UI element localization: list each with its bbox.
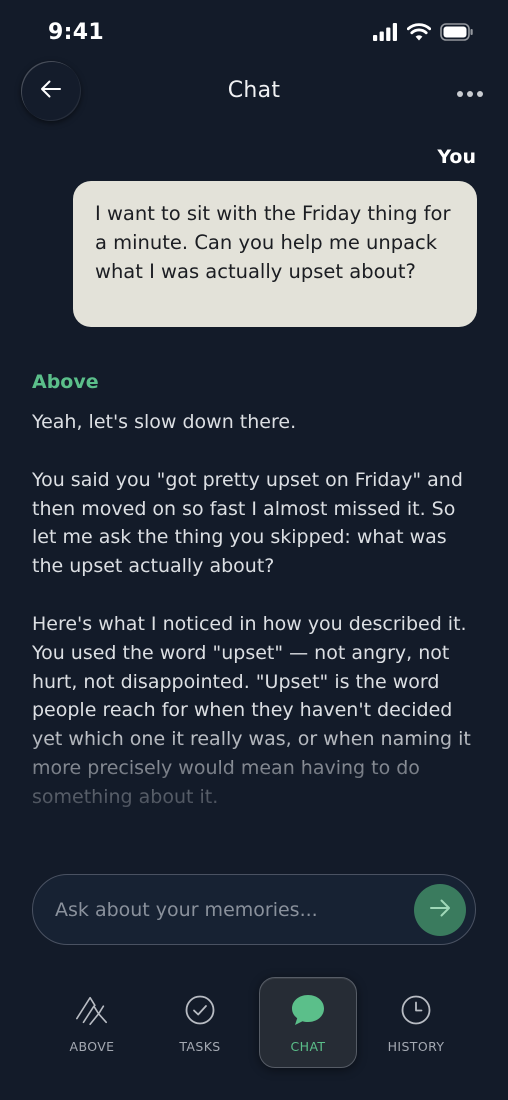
tab-tasks[interactable]: TASKS — [150, 960, 250, 1070]
ai-message-paragraph: You said you "got pretty upset on Friday… — [32, 468, 463, 578]
user-sender-label: You — [437, 146, 476, 168]
page-title: Chat — [227, 78, 281, 103]
message-composer — [32, 874, 476, 945]
above-logo-icon — [74, 992, 110, 1028]
send-button[interactable] — [414, 884, 466, 936]
header: Chat — [0, 60, 508, 124]
clock-icon — [398, 992, 434, 1028]
tab-label: ABOVE — [69, 1039, 115, 1054]
tab-label: HISTORY — [387, 1039, 445, 1054]
status-icons — [373, 22, 474, 46]
ai-sender-label: Above — [32, 371, 99, 393]
tab-chat[interactable]: CHAT — [259, 977, 357, 1068]
arrow-right-icon — [427, 895, 453, 925]
chat-screen: 9:41 Chat You I want to sit with the Fri… — [0, 0, 508, 1100]
status-time: 9:41 — [48, 20, 104, 45]
status-bar: 9:41 — [0, 0, 508, 66]
message-input[interactable] — [53, 875, 417, 945]
ai-message-paragraph: Here's what I noticed in how you describ… — [32, 612, 471, 808]
more-options-button[interactable] — [454, 76, 486, 108]
tab-label: TASKS — [179, 1039, 221, 1054]
check-circle-icon — [182, 992, 218, 1028]
wifi-icon — [406, 23, 432, 45]
chat-messages[interactable]: You I want to sit with the Friday thing … — [0, 130, 508, 860]
more-dots-icon — [456, 83, 484, 102]
tab-label: CHAT — [290, 1039, 326, 1054]
tab-bar: ABOVE TASKS CHAT HISTORY — [0, 960, 508, 1100]
cellular-signal-icon — [373, 23, 398, 45]
tab-history[interactable]: HISTORY — [366, 960, 466, 1070]
ai-message: Yeah, let's slow down there. You said yo… — [32, 408, 476, 841]
user-message-bubble: I want to sit with the Friday thing for … — [73, 181, 477, 327]
tab-above[interactable]: ABOVE — [42, 960, 142, 1070]
ai-message-paragraph: Yeah, let's slow down there. — [32, 411, 297, 433]
battery-icon — [440, 23, 474, 45]
chat-bubble-icon — [290, 992, 326, 1028]
